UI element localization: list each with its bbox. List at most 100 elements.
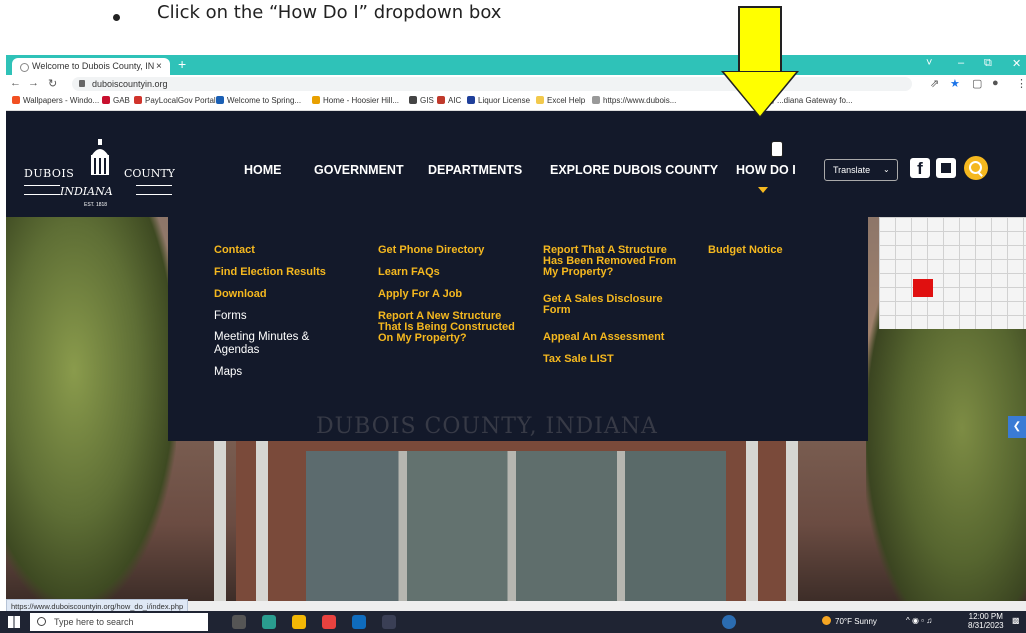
weather-widget[interactable]: 70°F Sunny [822, 616, 877, 626]
website: DUBOIS COUNTY INDIANA EST. 1818 HOME GOV… [6, 111, 1026, 633]
outlook-icon[interactable] [352, 615, 366, 629]
browser-window: Welcome to Dubois County, IN × + ˅ – ⧉ ✕… [6, 55, 1026, 633]
site-header: DUBOIS COUNTY INDIANA EST. 1818 HOME GOV… [6, 111, 1026, 217]
hero-tree-left [6, 217, 176, 601]
reload-icon[interactable]: ↻ [48, 77, 57, 90]
nav-explore-dubois-county[interactable]: EXPLORE DUBOIS COUNTY [550, 163, 718, 177]
logo-est-text: EST. 1818 [84, 202, 108, 208]
courthouse-icon [91, 139, 109, 175]
dropdown-link[interactable]: Report A New Structure That Is Being Con… [378, 311, 518, 344]
forward-icon[interactable]: → [28, 77, 39, 89]
clock[interactable]: 12:00 PM 8/31/2023 [968, 612, 1004, 630]
dropdown-link[interactable]: Get Phone Directory [378, 245, 484, 256]
bookmark-item[interactable]: Wallpapers - Windo... [12, 96, 99, 105]
taskbar-search-input[interactable]: Type here to search [30, 613, 208, 631]
back-icon[interactable]: ← [10, 77, 21, 89]
bookmarks-bar: Wallpapers - Windo... GAB PayLocalGov Po… [6, 93, 1026, 111]
dubois-county-highlight [913, 279, 933, 297]
dropdown-link[interactable]: Apply For A Job [378, 289, 462, 300]
dropdown-link[interactable]: Contact [214, 245, 255, 256]
app-icon[interactable] [382, 615, 396, 629]
dropdown-link[interactable]: Report That A Structure Has Been Removed… [543, 245, 683, 278]
dropdown-caret-icon [758, 187, 768, 193]
share-icon[interactable]: ❮ [1008, 416, 1026, 438]
task-view-icon[interactable] [232, 615, 246, 629]
nav-government[interactable]: GOVERNMENT [314, 163, 404, 177]
chevron-down-icon: ⌄ [883, 165, 890, 174]
hero-pillar [746, 441, 758, 601]
bookmark-item[interactable]: Liquor License [467, 96, 530, 105]
browser-tab[interactable]: Welcome to Dubois County, IN × [12, 58, 170, 75]
youtube-icon[interactable] [936, 158, 956, 178]
indiana-map [879, 217, 1026, 329]
how-do-i-dropdown: Contact Find Election Results Download F… [168, 217, 868, 441]
hero-watermark: DUBOIS COUNTY, INDIANA [316, 414, 658, 439]
share-page-icon[interactable]: ⇗ [930, 77, 939, 90]
windows-taskbar: Type here to search 70°F Sunny ^ ◉ ▫ ♫ 1… [0, 611, 1026, 633]
bookmark-star-icon[interactable]: ★ [950, 77, 960, 90]
notification-icon[interactable]: ▩ [1012, 616, 1020, 625]
dropdown-link[interactable]: Budget Notice [708, 245, 783, 256]
sun-icon [822, 616, 831, 625]
address-bar-row: ← → ↻ duboiscountyin.org ⇗ ★ ▢ ● ⋮ [6, 75, 1026, 93]
search-icon [37, 617, 46, 626]
url-text: duboiscountyin.org [92, 79, 168, 89]
profile-icon[interactable]: ● [992, 77, 999, 89]
bullet-icon [113, 14, 120, 21]
logo-wing-right [136, 185, 172, 195]
menu-icon[interactable]: ⋮ [1016, 77, 1026, 90]
tab-title: Welcome to Dubois County, IN [32, 61, 155, 71]
bookmark-item[interactable]: https://www.dubois... [592, 96, 676, 105]
bookmark-item[interactable]: AIC [437, 96, 461, 105]
bookmark-item[interactable]: Excel Help [536, 96, 585, 105]
new-tab-button[interactable]: + [178, 56, 186, 72]
logo-right-text: COUNTY [124, 167, 175, 180]
bookmark-item[interactable]: Welcome to Spring... [216, 96, 301, 105]
restore-button[interactable]: ⧉ [984, 57, 992, 70]
tab-close-icon[interactable]: × [156, 58, 162, 75]
hero-pillar [214, 441, 226, 601]
dropdown-link[interactable]: Find Election Results [214, 267, 326, 278]
instruction-area: Click on the “How Do I” dropdown box [0, 0, 1026, 55]
annotation-arrow-shaft [738, 6, 782, 76]
county-grid [879, 217, 1026, 329]
windows-start-icon[interactable] [8, 616, 20, 628]
tab-bar: Welcome to Dubois County, IN × + ˅ – ⧉ ✕ [6, 55, 1026, 75]
search-icon[interactable] [964, 156, 988, 180]
dropdown-link[interactable]: Download [214, 289, 267, 300]
nav-home[interactable]: HOME [244, 163, 282, 177]
dropdown-link[interactable]: Meeting Minutes & Agendas [214, 331, 334, 357]
dropdown-link[interactable]: Appeal An Assessment [543, 332, 664, 343]
county-logo[interactable]: DUBOIS COUNTY INDIANA EST. 1818 [24, 129, 175, 208]
translate-select[interactable]: Translate ⌄ [824, 159, 898, 181]
edge-icon[interactable] [262, 615, 276, 629]
time-text: 12:00 PM [968, 612, 1003, 621]
facebook-icon[interactable]: f [910, 158, 930, 178]
minimize-button[interactable]: – [958, 57, 964, 69]
close-window-button[interactable]: ✕ [1012, 57, 1021, 70]
sidebar-icon[interactable]: ▢ [972, 77, 982, 90]
bookmark-item[interactable]: PayLocalGov Portal [134, 96, 216, 105]
annotation-arrow-head [724, 72, 796, 116]
tab-search-icon[interactable]: ˅ [926, 57, 932, 69]
dropdown-link[interactable]: Forms [214, 310, 247, 322]
nav-how-do-i[interactable]: HOW DO I [736, 163, 796, 177]
bookmark-item[interactable]: Home - Hoosier Hill... [312, 96, 399, 105]
date-text: 8/31/2023 [968, 621, 1004, 630]
instruction-text: Click on the “How Do I” dropdown box [157, 2, 502, 23]
nav-departments[interactable]: DEPARTMENTS [428, 163, 522, 177]
dropdown-link[interactable]: Maps [214, 366, 242, 378]
taskbar-search-placeholder: Type here to search [54, 617, 134, 627]
hero-pillar [786, 441, 798, 601]
dropdown-link[interactable]: Get A Sales Disclosure Form [543, 294, 683, 316]
help-icon[interactable] [722, 615, 736, 629]
file-explorer-icon[interactable] [292, 615, 306, 629]
tray-icons[interactable]: ^ ◉ ▫ ♫ [906, 616, 932, 625]
chrome-icon[interactable] [322, 615, 336, 629]
dropdown-link[interactable]: Tax Sale LIST [543, 354, 614, 365]
bookmark-item[interactable]: GIS [409, 96, 434, 105]
translate-label: Translate [833, 165, 871, 175]
bookmark-item[interactable]: GAB [102, 96, 130, 105]
hero-building-windows [306, 451, 726, 601]
dropdown-link[interactable]: Learn FAQs [378, 267, 440, 278]
